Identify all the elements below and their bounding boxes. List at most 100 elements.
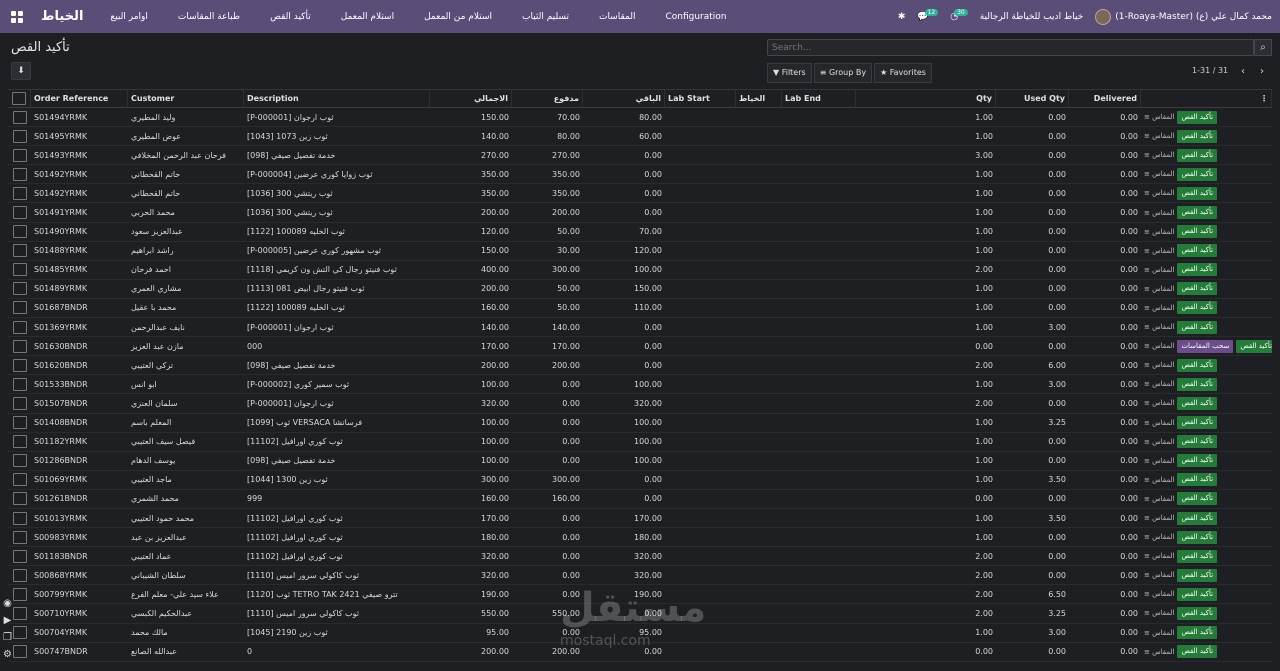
confirm-cut-button[interactable]: تأكيد القص — [1177, 549, 1218, 563]
measure-link[interactable]: ≡ المقاس — [1144, 514, 1174, 522]
measure-link[interactable]: ≡ المقاس — [1144, 419, 1174, 427]
row-checkbox[interactable] — [12, 206, 27, 220]
measure-link[interactable]: ≡ المقاس — [1144, 342, 1174, 350]
measure-link[interactable]: ≡ المقاس — [1144, 438, 1174, 446]
menu-item[interactable]: استلام المعمل — [341, 12, 394, 22]
row-checkbox[interactable] — [12, 339, 27, 353]
confirm-cut-button[interactable]: تأكيد القص — [1177, 167, 1218, 181]
download-icon[interactable]: ⬇ — [11, 62, 31, 80]
measure-link[interactable]: ≡ المقاس — [1144, 457, 1174, 465]
measure-link[interactable]: ≡ المقاس — [1144, 132, 1174, 140]
table-row[interactable]: S01286BNDR يوسف الدهام [098] خدمة تفصيل صي… — [8, 452, 1272, 471]
row-checkbox[interactable] — [12, 377, 27, 391]
confirm-cut-button[interactable]: تأكيد القص — [1177, 358, 1218, 372]
company-switcher[interactable]: خياط اديب للخياطة الرجالية — [980, 12, 1084, 22]
row-checkbox[interactable] — [12, 530, 27, 544]
confirm-cut-button[interactable]: تأكيد القص — [1177, 454, 1218, 468]
row-checkbox[interactable] — [12, 549, 27, 563]
confirm-cut-button[interactable]: تأكيد القص — [1177, 645, 1218, 659]
search-icon[interactable]: ⌕ — [1254, 39, 1272, 56]
column-header[interactable]: الخياط — [736, 90, 782, 107]
menu-item[interactable]: تأكيد القص — [270, 12, 311, 22]
measure-link[interactable]: ≡ المقاس — [1144, 209, 1174, 217]
measure-link[interactable]: ≡ المقاس — [1144, 533, 1174, 541]
column-header[interactable]: Delivered — [1069, 90, 1141, 107]
row-checkbox[interactable] — [12, 225, 27, 239]
pager-value[interactable]: 1-31 / 31 — [1192, 66, 1228, 75]
row-checkbox[interactable] — [12, 320, 27, 334]
table-row[interactable]: S01489YRMK مشاري العمري [1113] ثوب فنيتو ر… — [8, 280, 1272, 299]
confirm-cut-button[interactable]: تأكيد القص — [1177, 606, 1218, 620]
confirm-cut-button[interactable]: تأكيد القص — [1177, 301, 1218, 315]
confirm-cut-button[interactable]: تأكيد القص — [1177, 530, 1218, 544]
table-row[interactable]: S01261BNDR محمد الشمري 999 160.00 160.00 0.00… — [8, 490, 1272, 509]
measure-link[interactable]: ≡ المقاس — [1144, 380, 1174, 388]
measure-link[interactable]: ≡ المقاس — [1144, 151, 1174, 159]
confirm-cut-button[interactable]: تأكيد القص — [1177, 587, 1218, 601]
activities-icon[interactable]: ◔30 — [950, 8, 968, 22]
table-row[interactable]: S01495YRMK عوض المطيري [1043] ثوب زين 1073… — [8, 127, 1272, 147]
row-checkbox[interactable] — [12, 263, 27, 277]
confirm-cut-button[interactable]: تأكيد القص — [1177, 129, 1218, 143]
confirm-cut-button[interactable]: تأكيد القص — [1177, 416, 1218, 430]
row-checkbox[interactable] — [12, 167, 27, 181]
table-row[interactable]: S01408BNDR المعلم باسم [1099] ثوب VERSACA … — [8, 414, 1272, 433]
row-checkbox[interactable] — [12, 454, 27, 468]
settings-icon[interactable]: ⚙ — [1, 648, 14, 661]
row-checkbox[interactable] — [12, 435, 27, 449]
confirm-cut-button[interactable]: تأكيد القص — [1177, 568, 1218, 582]
measure-link[interactable]: ≡ المقاس — [1144, 323, 1174, 331]
measure-link[interactable]: ≡ المقاس — [1144, 399, 1174, 407]
table-row[interactable]: S01182YRMK فيصل سيف العتيبي [11102] ثوب كو… — [8, 433, 1272, 452]
confirm-cut-button[interactable]: تأكيد القص — [1177, 320, 1218, 334]
window-icon[interactable]: ❐ — [1, 631, 14, 644]
camera-icon[interactable]: ◉ — [1, 597, 14, 610]
app-brand[interactable]: الخياط — [41, 9, 83, 24]
pager-prev-icon[interactable]: ‹ — [1235, 63, 1251, 81]
table-row[interactable]: S01687BNDR محمد با عقيل [1122] ثوب الخليه … — [8, 299, 1272, 319]
measure-link[interactable]: ≡ المقاس — [1144, 476, 1174, 484]
favorites-button[interactable]: ★ Favorites — [874, 63, 932, 83]
measure-link[interactable]: ≡ المقاس — [1144, 247, 1174, 255]
table-row[interactable]: S01013YRMK محمد حمود العتيبي [11102] ثوب ك… — [8, 509, 1272, 529]
table-row[interactable]: S01533BNDR ابو انس [P-000002] ثوب سمير كور… — [8, 375, 1272, 395]
select-all-checkbox[interactable] — [12, 92, 26, 105]
row-checkbox[interactable] — [12, 186, 27, 200]
row-checkbox[interactable] — [12, 148, 27, 162]
messages-icon[interactable]: 💬12 — [917, 8, 939, 22]
menu-item[interactable]: استلام من المعمل — [424, 12, 492, 22]
user-menu[interactable]: (1-Roaya-Master) محمد كمال علي (ع) — [1095, 8, 1272, 25]
confirm-cut-button[interactable]: تأكيد القص — [1177, 244, 1218, 258]
confirm-cut-button[interactable]: تأكيد القص — [1177, 282, 1218, 296]
menu-item[interactable]: طباعة المقاسات — [178, 12, 240, 22]
measure-link[interactable]: ≡ المقاس — [1144, 609, 1174, 617]
menu-item[interactable]: Configuration — [665, 12, 726, 22]
table-row[interactable]: S01494YRMK وليد المطيري [P-000001] ثوب ارج… — [8, 108, 1272, 128]
row-checkbox[interactable] — [12, 492, 27, 506]
row-checkbox[interactable] — [12, 473, 27, 487]
menu-item[interactable]: تسليم الثياب — [522, 12, 569, 22]
row-checkbox[interactable] — [12, 244, 27, 258]
measure-link[interactable]: ≡ المقاس — [1144, 648, 1174, 656]
column-header[interactable]: Lab Start — [665, 90, 736, 107]
pager-next-icon[interactable]: › — [1254, 63, 1270, 81]
table-row[interactable]: S01490YRMK عبدالعزيز سعود [1122] ثوب الخلي… — [8, 223, 1272, 242]
table-row[interactable]: S01492YRMK حاتم القحطاني [P-000004] ثوب زو… — [8, 165, 1272, 185]
row-checkbox[interactable] — [12, 129, 27, 143]
column-header[interactable]: Lab End — [782, 90, 856, 107]
table-row[interactable]: S00983YRMK عبدالعزيز بن عبد [11102] ثوب كو… — [8, 528, 1272, 548]
confirm-cut-button[interactable]: تأكيد القص — [1177, 435, 1218, 449]
optional-columns-icon[interactable]: ⋮ — [1141, 90, 1272, 107]
table-row[interactable]: S01493YRMK فرحان عبد الرحمن المخلافي [098]… — [8, 146, 1272, 166]
measure-link[interactable]: ≡ المقاس — [1144, 629, 1174, 637]
column-header[interactable]: Description — [244, 90, 430, 107]
confirm-cut-button[interactable]: تأكيد القص — [1177, 511, 1218, 525]
measure-link[interactable]: ≡ المقاس — [1144, 552, 1174, 560]
row-checkbox[interactable] — [12, 301, 27, 315]
table-row[interactable]: S01507BNDR سلمان العنزي [P-000001] ثوب ارج… — [8, 394, 1272, 414]
measure-link[interactable]: ≡ المقاس — [1144, 571, 1174, 579]
confirm-cut-button[interactable]: تأكيد القص — [1177, 206, 1218, 220]
table-row[interactable]: S01069YRMK ماجد العتيبي [1044] ثوب زين 130… — [8, 471, 1272, 490]
measure-link[interactable]: ≡ المقاس — [1144, 113, 1174, 121]
video-icon[interactable]: ▶ — [1, 614, 14, 627]
